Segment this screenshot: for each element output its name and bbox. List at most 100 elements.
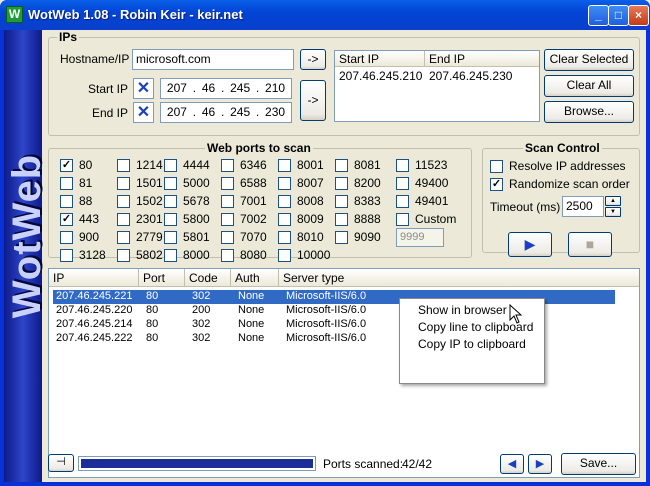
port-checkbox-box[interactable]: [164, 176, 177, 190]
end-ip-octet[interactable]: 245: [230, 105, 250, 120]
port-checkbox-box[interactable]: [335, 230, 348, 244]
port-checkbox-box[interactable]: ✓: [60, 158, 73, 172]
port-checkbox-box[interactable]: [164, 158, 177, 172]
port-checkbox[interactable]: 5802: [117, 248, 163, 262]
column-port[interactable]: Port: [139, 269, 185, 286]
column-ip[interactable]: IP: [49, 269, 139, 286]
port-checkbox[interactable]: 7002: [221, 212, 267, 226]
start-scan-button[interactable]: ▶: [508, 232, 552, 257]
port-checkbox-box[interactable]: [60, 248, 73, 262]
port-checkbox[interactable]: ✓ 80: [60, 158, 92, 172]
port-checkbox-box[interactable]: [164, 248, 177, 262]
results-list[interactable]: IP Port Code Auth Server type 207.46.245…: [48, 268, 640, 478]
port-checkbox[interactable]: 6346: [221, 158, 267, 172]
port-checkbox[interactable]: 81: [60, 176, 92, 190]
port-checkbox-box[interactable]: [117, 194, 130, 208]
port-checkbox-box[interactable]: [278, 248, 291, 262]
port-checkbox-box[interactable]: [221, 230, 234, 244]
port-checkbox-box[interactable]: [221, 158, 234, 172]
resolve-ip-checkbox[interactable]: Resolve IP addresses: [490, 159, 626, 173]
port-checkbox[interactable]: ✓ 443: [60, 212, 99, 226]
port-checkbox-box[interactable]: [278, 194, 291, 208]
port-checkbox-box[interactable]: [396, 158, 409, 172]
clear-selected-button[interactable]: Clear Selected: [544, 49, 634, 71]
stop-scan-button[interactable]: ■: [568, 232, 612, 257]
minimize-button[interactable]: _: [588, 5, 609, 26]
resolve-ip-box[interactable]: [490, 159, 503, 173]
port-checkbox[interactable]: 900: [60, 230, 99, 244]
port-checkbox[interactable]: 8081: [335, 158, 381, 172]
save-button[interactable]: Save...: [561, 453, 636, 475]
port-checkbox-box[interactable]: [335, 158, 348, 172]
port-checkbox[interactable]: 8007: [278, 176, 324, 190]
add-range-button[interactable]: ->: [300, 80, 326, 121]
port-checkbox-box[interactable]: [164, 230, 177, 244]
port-checkbox-box[interactable]: [278, 212, 291, 226]
port-checkbox[interactable]: 88: [60, 194, 92, 208]
hostname-input[interactable]: microsoft.com: [132, 49, 294, 70]
port-checkbox[interactable]: 2779: [117, 230, 163, 244]
port-checkbox[interactable]: 8009: [278, 212, 324, 226]
browse-button[interactable]: Browse...: [544, 101, 634, 123]
randomize-box[interactable]: ✓: [490, 177, 503, 191]
column-auth[interactable]: Auth: [231, 269, 279, 286]
add-hostname-button[interactable]: ->: [300, 49, 326, 70]
port-checkbox[interactable]: 5678: [164, 194, 210, 208]
port-checkbox-box[interactable]: [335, 176, 348, 190]
clear-all-button[interactable]: Clear All: [544, 75, 634, 97]
port-checkbox-box[interactable]: [117, 158, 130, 172]
port-checkbox[interactable]: 7001: [221, 194, 267, 208]
port-checkbox-box[interactable]: [221, 212, 234, 226]
title-bar[interactable]: W WotWeb 1.08 - Robin Keir - keir.net _ …: [0, 0, 650, 30]
start-ip-octet[interactable]: 245: [230, 81, 250, 96]
port-checkbox-box[interactable]: [117, 176, 130, 190]
port-checkbox-box[interactable]: [396, 194, 409, 208]
port-checkbox[interactable]: 49401: [396, 194, 448, 208]
port-checkbox-box[interactable]: [117, 212, 130, 226]
end-ip-octet[interactable]: 207: [167, 105, 187, 120]
port-checkbox[interactable]: 8010: [278, 230, 324, 244]
port-checkbox-box[interactable]: [221, 194, 234, 208]
timeout-up-icon[interactable]: ▲: [605, 196, 621, 206]
port-checkbox-box[interactable]: ✓: [60, 212, 73, 226]
port-checkbox[interactable]: 1502: [117, 194, 163, 208]
next-button[interactable]: ▶: [528, 454, 552, 474]
port-checkbox[interactable]: 8000: [164, 248, 210, 262]
timeout-input[interactable]: 2500: [562, 196, 604, 217]
end-ip-field[interactable]: 207. 46. 245. 230: [160, 102, 292, 123]
start-ip-octet[interactable]: 207: [167, 81, 187, 96]
port-checkbox[interactable]: 49400: [396, 176, 448, 190]
port-checkbox[interactable]: 10000: [278, 248, 330, 262]
port-checkbox[interactable]: 9090: [335, 230, 381, 244]
port-checkbox-box[interactable]: [335, 194, 348, 208]
app-icon[interactable]: W: [6, 6, 23, 23]
start-ip-field[interactable]: 207. 46. 245. 210: [160, 78, 292, 99]
port-checkbox-box[interactable]: [278, 230, 291, 244]
port-checkbox-box[interactable]: [60, 230, 73, 244]
port-checkbox-box[interactable]: [221, 248, 234, 262]
port-checkbox-box[interactable]: [221, 176, 234, 190]
start-ip-octet[interactable]: 210: [265, 81, 285, 96]
port-checkbox[interactable]: 8080: [221, 248, 267, 262]
port-checkbox-box[interactable]: [164, 212, 177, 226]
port-checkbox[interactable]: 8888: [335, 212, 381, 226]
previous-button[interactable]: ◀: [500, 454, 524, 474]
port-checkbox-box[interactable]: [117, 230, 130, 244]
port-checkbox-box[interactable]: [396, 176, 409, 190]
port-checkbox[interactable]: 8008: [278, 194, 324, 208]
pin-button[interactable]: ⊣: [48, 454, 74, 472]
ip-range-list[interactable]: Start IP End IP 207.46.245.210 207.46.24…: [334, 50, 540, 122]
column-end-ip[interactable]: End IP: [425, 51, 539, 66]
port-checkbox-box[interactable]: [164, 194, 177, 208]
port-checkbox-box[interactable]: [60, 176, 73, 190]
start-ip-octet[interactable]: 46: [202, 81, 215, 96]
port-checkbox-box[interactable]: [278, 176, 291, 190]
port-checkbox-box[interactable]: [117, 248, 130, 262]
port-checkbox[interactable]: 1501: [117, 176, 163, 190]
column-code[interactable]: Code: [185, 269, 231, 286]
port-checkbox[interactable]: 8200: [335, 176, 381, 190]
custom-port-input[interactable]: 9999: [396, 228, 444, 247]
port-checkbox[interactable]: Custom: [396, 212, 456, 226]
port-checkbox-box[interactable]: [60, 194, 73, 208]
port-checkbox-box[interactable]: [335, 212, 348, 226]
